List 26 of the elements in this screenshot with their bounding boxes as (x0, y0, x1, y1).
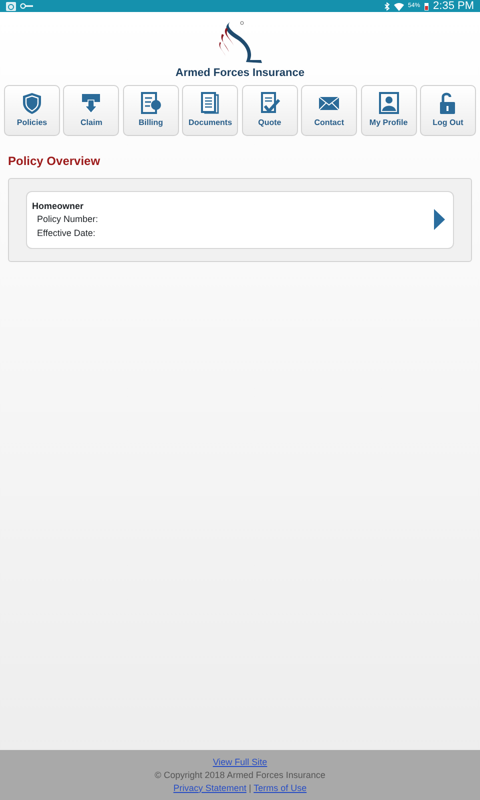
policy-field-label: Effective Date: (36, 226, 96, 240)
link-separator: | (248, 782, 252, 792)
copyright-text: © Copyright 2018 Armed Forces Insurance (154, 768, 326, 782)
battery-icon (424, 2, 430, 10)
key-icon (20, 3, 33, 9)
nav-button[interactable]: Contact (301, 84, 358, 136)
nav-button[interactable]: Log Out (420, 84, 476, 136)
checked-document-icon (258, 92, 281, 114)
shield-icon (21, 92, 43, 114)
policy-card[interactable]: Homeowner Policy Number: Effective Date: (26, 190, 454, 249)
nav-button[interactable]: Billing (122, 84, 179, 136)
clock-time: 2:35 PM (433, 0, 474, 14)
policy-field-label: Policy Number: (36, 213, 100, 226)
nav-button[interactable]: Quote (242, 84, 298, 136)
company-name: Armed Forces Insurance (176, 66, 304, 81)
policy-type: Homeowner (32, 200, 85, 212)
nav-button[interactable]: Claim (63, 84, 120, 136)
bluetooth-icon (384, 2, 390, 10)
document-icon (199, 92, 222, 114)
wifi-icon (394, 2, 404, 10)
nav-button[interactable]: Policies (4, 84, 60, 136)
profile-card-icon (378, 92, 400, 114)
section-title: Policy Overview (8, 152, 102, 170)
nav-button[interactable]: My Profile (360, 84, 417, 136)
chevron-right-icon[interactable] (434, 209, 445, 230)
nav-button[interactable]: Documents (182, 84, 238, 136)
